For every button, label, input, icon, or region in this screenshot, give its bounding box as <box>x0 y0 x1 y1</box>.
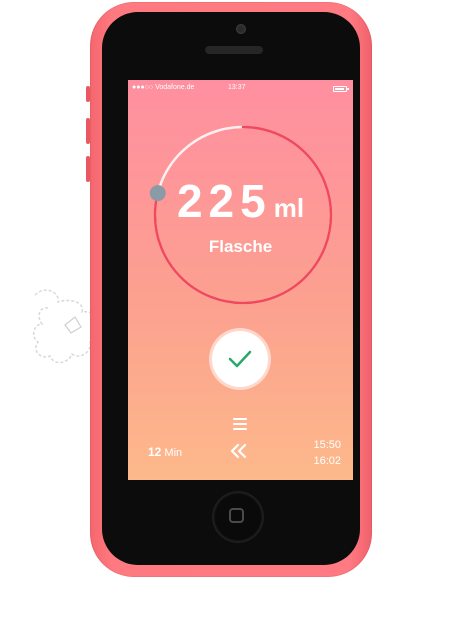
carrier-label: ●●●○○ Vodafone.de <box>132 84 195 91</box>
end-time: 16:02 <box>313 455 341 467</box>
home-square-icon <box>229 508 244 523</box>
duration-value: 12 <box>148 445 162 459</box>
time-range: 15:50 16:02 <box>313 437 341 469</box>
earpiece-speaker <box>205 46 263 54</box>
status-bar: ●●●○○ Vodafone.de 13:37 <box>128 84 353 98</box>
checkmark-icon <box>228 350 252 368</box>
amount-value: 225 <box>176 175 272 227</box>
duration-label: 12 Min <box>148 445 182 459</box>
battery-icon <box>333 86 349 92</box>
feeding-type-label[interactable]: Flasche <box>128 237 353 257</box>
battery-level <box>335 88 344 90</box>
start-time: 15:50 <box>313 439 341 451</box>
menu-icon[interactable] <box>233 418 247 430</box>
volume-up-button <box>86 118 90 144</box>
app-screen: ●●●○○ Vodafone.de 13:37 225ml Flasche 12… <box>128 80 353 480</box>
home-button[interactable] <box>214 493 262 541</box>
front-camera <box>236 24 246 34</box>
confirm-button[interactable] <box>212 331 268 387</box>
volume-down-button <box>86 156 90 182</box>
clock: 13:37 <box>228 84 246 91</box>
double-chevron-left-icon[interactable] <box>228 442 250 460</box>
amount-unit: ml <box>273 193 305 223</box>
amount-display: 225ml <box>128 178 353 224</box>
mute-switch <box>86 86 90 102</box>
duration-unit: Min <box>164 447 183 459</box>
